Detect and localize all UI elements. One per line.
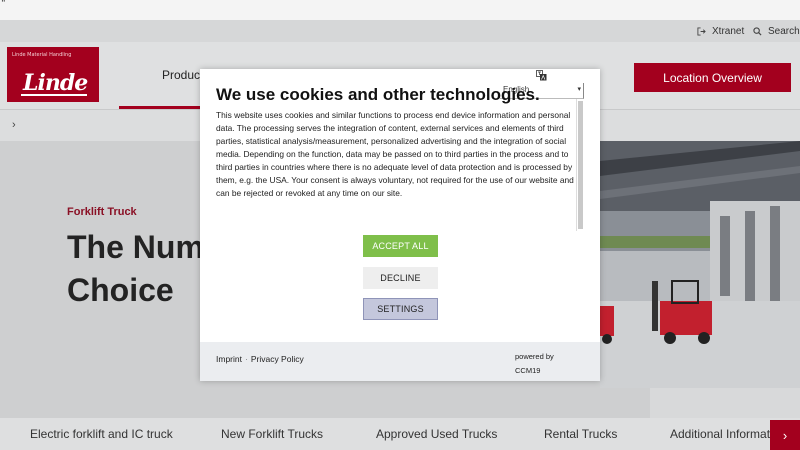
xtranet-label: Xtranet [712, 25, 745, 37]
imprint-link[interactable]: Imprint [216, 354, 242, 364]
bottom-nav-approved-used-trucks[interactable]: Approved Used Trucks [376, 427, 497, 441]
browser-top-strip [0, 0, 800, 20]
search-icon [753, 26, 762, 36]
powered-by-label: powered by [515, 352, 554, 361]
accept-all-button[interactable]: ACCEPT ALL [363, 235, 438, 257]
location-overview-button[interactable]: Location Overview [634, 63, 791, 92]
link-separator: · [244, 354, 248, 364]
settings-button[interactable]: SETTINGS [363, 298, 438, 320]
linde-logo[interactable]: Linde Material Handling Linde [7, 47, 99, 102]
cookie-body-text: This website uses cookies and similar fu… [216, 110, 574, 198]
translate-icon [536, 70, 547, 81]
logo-tagline: Linde Material Handling [12, 52, 72, 58]
logo-wordmark: Linde [23, 70, 88, 96]
privacy-policy-link[interactable]: Privacy Policy [251, 354, 304, 364]
decline-button[interactable]: DECLINE [363, 267, 438, 289]
cookie-text-scrollbar[interactable] [576, 99, 584, 231]
hero-lower-block [650, 388, 800, 418]
bottom-nav-new-forklift-trucks[interactable]: New Forklift Trucks [221, 427, 323, 441]
provider-name[interactable]: CCM19 [515, 364, 554, 378]
cookie-consent-modal: English ▾ We use cookies and other techn… [200, 69, 600, 381]
powered-by: powered by CCM19 [515, 350, 554, 378]
utility-bar [0, 20, 800, 42]
breadcrumb-chevron-icon[interactable]: › [12, 119, 16, 131]
hero-kicker: Forklift Truck [67, 206, 137, 218]
stray-quote-mark: " [1, 0, 6, 9]
search-link[interactable]: Search [753, 24, 800, 38]
cookie-title: We use cookies and other technologies. [216, 85, 540, 104]
xtranet-link[interactable]: Xtranet [697, 24, 744, 38]
logout-icon [697, 26, 706, 36]
bottom-nav-additional-information[interactable]: Additional Informati [670, 427, 773, 441]
chevron-right-icon[interactable]: › [770, 420, 800, 450]
search-label: Search [768, 25, 800, 37]
bottom-nav-electric-forklift[interactable]: Electric forklift and IC truck [30, 427, 173, 441]
bottom-nav-rental-trucks[interactable]: Rental Trucks [544, 427, 617, 441]
warehouse-forklift-image [600, 141, 800, 388]
footer-links: Imprint · Privacy Policy [216, 354, 304, 364]
scrollbar-thumb[interactable] [578, 101, 583, 229]
chevron-down-icon: ▾ [577, 86, 581, 93]
logo-underline [21, 94, 87, 96]
